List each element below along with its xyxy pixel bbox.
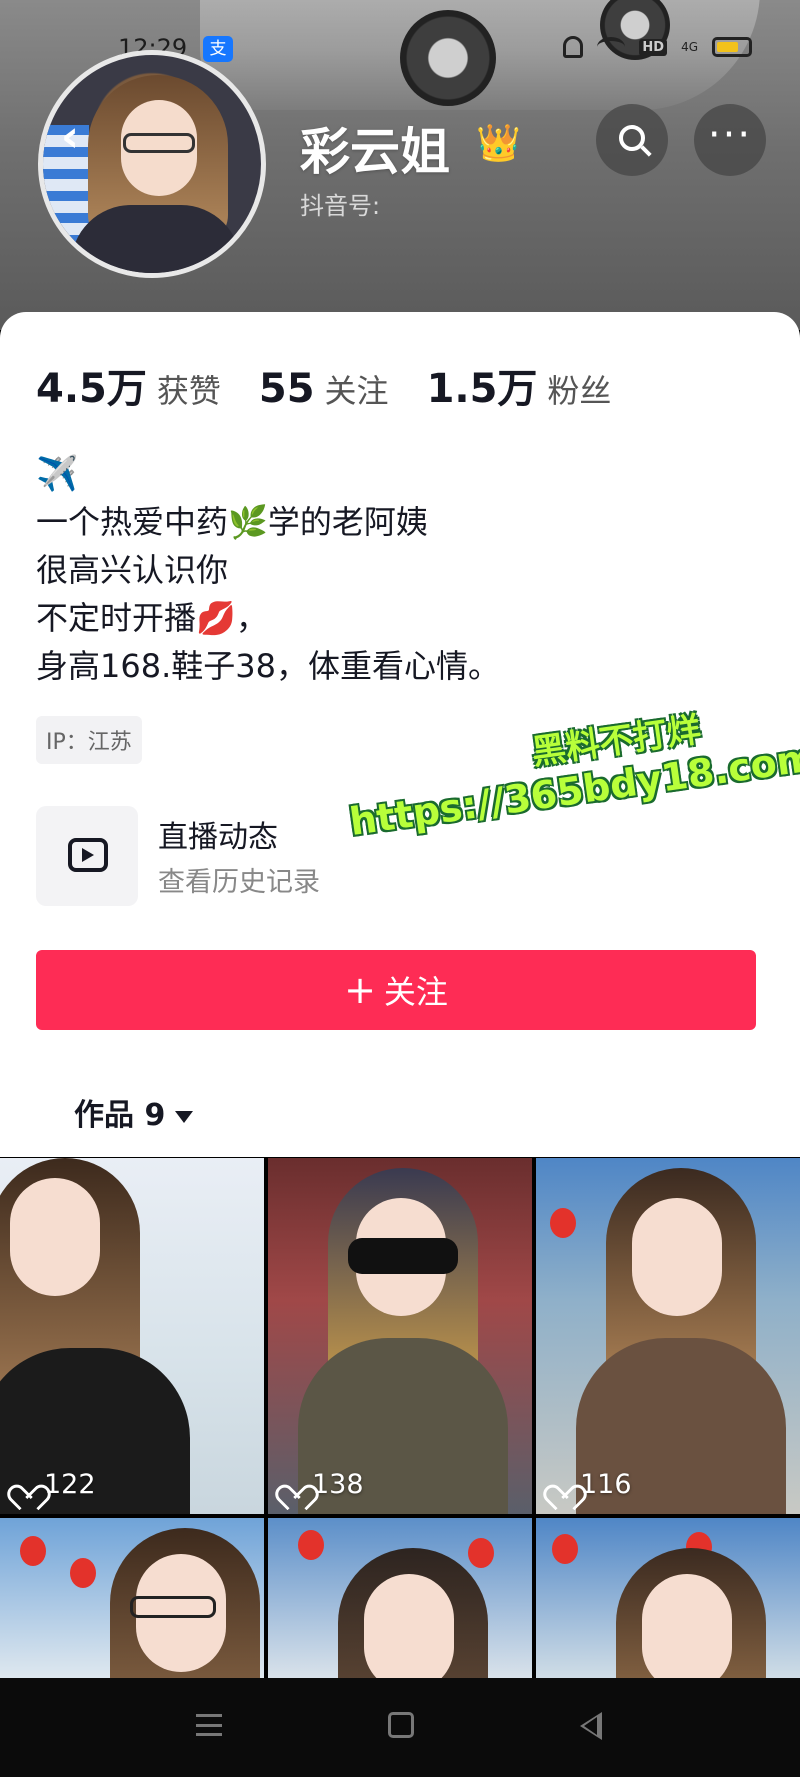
caret-down-icon <box>175 1110 194 1123</box>
video-tile[interactable] <box>0 1518 264 1678</box>
crown-icon: 👑 <box>476 123 521 164</box>
search-icon <box>619 125 645 151</box>
status-icons: HD 4G <box>563 36 752 58</box>
live-history-entry[interactable]: 直播动态 查看历史记录 <box>36 806 736 906</box>
signal-icon: 4G <box>681 40 698 54</box>
video-tile[interactable] <box>268 1518 532 1678</box>
back-triangle-icon[interactable] <box>580 1712 602 1740</box>
video-tile[interactable]: 138 <box>268 1158 532 1514</box>
bio-line: 不定时开播 <box>36 599 197 637</box>
works-tab-label: 作品 9 <box>74 1098 166 1133</box>
followers-count[interactable]: 1.5万 <box>427 356 538 414</box>
profile-stats: 4.5万 获赞 55 关注 1.5万 粉丝 <box>36 356 649 414</box>
lips-icon: 💋 <box>196 599 236 637</box>
hd-icon: HD <box>639 38 668 56</box>
video-likes: 116 <box>550 1469 632 1500</box>
ip-location-tag: IP：江苏 <box>36 716 142 764</box>
heart-icon <box>550 1474 574 1496</box>
live-icon-box <box>36 806 138 906</box>
alipay-icon: 支 <box>203 36 233 62</box>
avatar[interactable] <box>38 50 266 278</box>
chevron-left-icon: ‹ <box>60 111 80 162</box>
bio-line: 学的老阿姨 <box>267 503 428 541</box>
mute-bell-icon <box>563 36 584 58</box>
glasses <box>130 1596 216 1618</box>
likes-count: 122 <box>44 1469 96 1500</box>
more-dots-icon: ··· <box>707 112 753 158</box>
video-tile[interactable]: 122 <box>0 1158 264 1514</box>
tab-works[interactable]: 作品 9 <box>74 1090 194 1134</box>
live-title: 直播动态 <box>158 820 278 855</box>
live-subtitle: 查看历史记录 <box>158 867 320 898</box>
profile-card: 4.5万 获赞 55 关注 1.5万 粉丝 ✈️ 一个热爱中药🌿学的老阿姨 很高… <box>0 312 800 1157</box>
douyin-id[interactable]: 抖音号: <box>300 186 380 221</box>
watermark-line: 黑料不打烊 <box>529 709 704 774</box>
bio-line: ， <box>235 599 268 637</box>
video-grid: 122 138 116 <box>0 1158 800 1678</box>
home-square-icon[interactable] <box>388 1712 414 1738</box>
video-tile[interactable] <box>536 1518 800 1678</box>
herb-icon: 🌿 <box>228 503 268 541</box>
profile-nickname: 彩云姐 <box>300 123 450 181</box>
video-tile[interactable]: 116 <box>536 1158 800 1514</box>
follow-button[interactable]: + 关注 <box>36 950 756 1030</box>
search-button[interactable] <box>596 104 668 176</box>
recents-menu-icon[interactable] <box>196 1714 222 1736</box>
wifi-icon <box>597 37 626 57</box>
video-likes: 122 <box>14 1469 96 1500</box>
battery-icon <box>712 37 752 57</box>
system-nav-bar <box>0 1678 800 1777</box>
follow-label: 关注 <box>383 973 448 1011</box>
heart-icon <box>282 1474 306 1496</box>
following-label[interactable]: 关注 <box>325 366 389 412</box>
bio-line: 一个热爱中药 <box>36 503 229 541</box>
heart-icon <box>14 1474 38 1496</box>
tv-play-icon <box>68 838 108 872</box>
video-likes: 138 <box>282 1469 364 1500</box>
sunglasses <box>348 1238 458 1274</box>
bio-line: 身高168.鞋子38，体重看心情。 <box>36 647 500 685</box>
likes-count: 138 <box>312 1469 364 1500</box>
likes-count: 116 <box>580 1469 632 1500</box>
more-button[interactable]: ··· <box>694 104 766 176</box>
following-count[interactable]: 55 <box>259 366 315 412</box>
profile-bio: ✈️ 一个热爱中药🌿学的老阿姨 很高兴认识你 不定时开播💋， 身高168.鞋子3… <box>36 450 500 690</box>
airplane-icon: ✈️ <box>36 454 79 494</box>
back-button[interactable]: ‹ <box>50 112 90 162</box>
bio-line: 很高兴认识你 <box>36 551 229 589</box>
likes-count: 4.5万 <box>36 366 147 412</box>
followers-label[interactable]: 粉丝 <box>547 366 611 412</box>
likes-label: 获赞 <box>156 372 221 410</box>
plus-icon: + <box>344 968 376 1012</box>
